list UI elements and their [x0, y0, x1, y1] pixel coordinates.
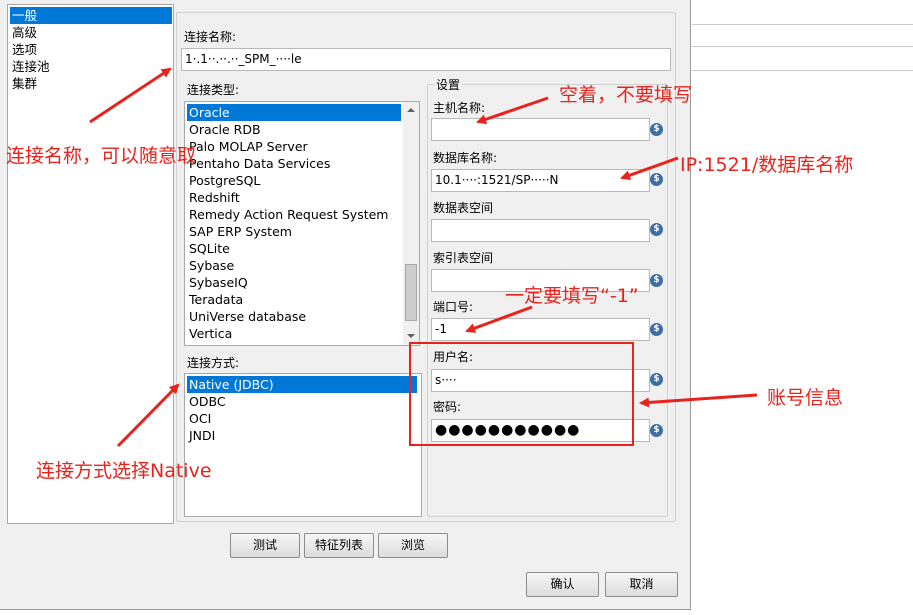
connection-type-item[interactable]: UniVerse database: [187, 308, 306, 325]
access-method-item[interactable]: JNDI: [187, 427, 215, 444]
annotation-conn-name: 连接名称，可以随意取: [6, 145, 197, 167]
connection-type-item[interactable]: Redshift: [187, 189, 240, 206]
connection-type-item[interactable]: Palo MOLAP Server: [187, 138, 308, 155]
sidebar-item-general[interactable]: 一般: [10, 7, 172, 24]
connection-type-item[interactable]: Vertica: [187, 325, 232, 342]
connection-type-scrollbar[interactable]: [403, 102, 419, 345]
connection-type-item[interactable]: Sybase: [187, 257, 234, 274]
connection-name-label: 连接名称:: [184, 30, 237, 44]
access-method-item[interactable]: Native (JDBC): [187, 376, 417, 393]
settings-title: 设置: [434, 76, 463, 93]
port-label: 端口号:: [433, 300, 474, 314]
background-window: [692, 0, 913, 615]
connection-type-item[interactable]: PostgreSQL: [187, 172, 260, 189]
connection-type-item[interactable]: Oracle RDB: [187, 121, 261, 138]
test-button[interactable]: 测试: [230, 533, 300, 558]
explore-button[interactable]: 浏览: [378, 533, 448, 558]
feature-list-button[interactable]: 特征列表: [304, 533, 374, 558]
host-input[interactable]: [431, 118, 650, 141]
data-tablespace-label: 数据表空间: [433, 201, 494, 215]
access-method-label: 连接方式:: [187, 356, 240, 370]
annotation-host: 空着，不要填写: [559, 84, 693, 106]
password-variable-icon[interactable]: $: [650, 424, 663, 437]
connection-name-input[interactable]: 1·.1··.··.··_SPM_····le: [181, 48, 671, 71]
database-variable-icon[interactable]: $: [650, 173, 663, 186]
access-method-item[interactable]: ODBC: [187, 393, 226, 410]
connection-type-label: 连接类型:: [187, 83, 240, 97]
ok-button[interactable]: 确认: [526, 572, 599, 597]
data-tablespace-variable-icon[interactable]: $: [650, 223, 663, 236]
sidebar: 一般 高级 选项 连接池 集群: [7, 4, 174, 524]
connection-type-item[interactable]: Oracle: [187, 104, 401, 121]
sidebar-item-pooling[interactable]: 连接池: [10, 58, 50, 75]
username-variable-icon[interactable]: $: [650, 373, 663, 386]
sidebar-item-clustering[interactable]: 集群: [10, 75, 37, 92]
index-tablespace-variable-icon[interactable]: $: [650, 274, 663, 287]
annotation-method: 连接方式选择Native: [36, 460, 212, 482]
access-method-list[interactable]: Native (JDBC) ODBC OCI JNDI: [184, 373, 422, 517]
annotation-account: 账号信息: [767, 387, 844, 409]
scroll-thumb[interactable]: [405, 264, 417, 321]
connection-type-item[interactable]: Remedy Action Request System: [187, 206, 388, 223]
database-label: 数据库名称:: [433, 151, 498, 165]
port-input[interactable]: -1: [431, 318, 650, 341]
connection-type-item[interactable]: Pentaho Data Services: [187, 155, 330, 172]
connection-type-item[interactable]: SQLite: [187, 240, 230, 257]
sidebar-item-options[interactable]: 选项: [10, 41, 37, 58]
cancel-button[interactable]: 取消: [605, 572, 678, 597]
connection-type-item[interactable]: SybaseIQ: [187, 274, 248, 291]
connection-type-item[interactable]: SAP ERP System: [187, 223, 292, 240]
access-method-item[interactable]: OCI: [187, 410, 211, 427]
host-label: 主机名称:: [433, 101, 486, 115]
data-tablespace-input[interactable]: [431, 219, 650, 242]
annotation-db: IP:1521/数据库名称: [680, 154, 854, 176]
connection-type-list[interactable]: Oracle Oracle RDB Palo MOLAP Server Pentaho…: [184, 101, 420, 346]
annotation-port: 一定要填写“-1”: [505, 285, 639, 307]
scroll-up-arrow-icon[interactable]: [407, 108, 415, 112]
index-tablespace-label: 索引表空间: [433, 251, 494, 265]
sidebar-item-advanced[interactable]: 高级: [10, 24, 37, 41]
port-variable-icon[interactable]: $: [650, 323, 663, 336]
account-highlight-box: [409, 342, 634, 446]
scroll-down-arrow-icon[interactable]: [407, 334, 415, 338]
host-variable-icon[interactable]: $: [650, 123, 663, 136]
database-input[interactable]: 10.1····:1521/SP·····N: [431, 169, 650, 192]
connection-type-item[interactable]: Teradata: [187, 291, 243, 308]
